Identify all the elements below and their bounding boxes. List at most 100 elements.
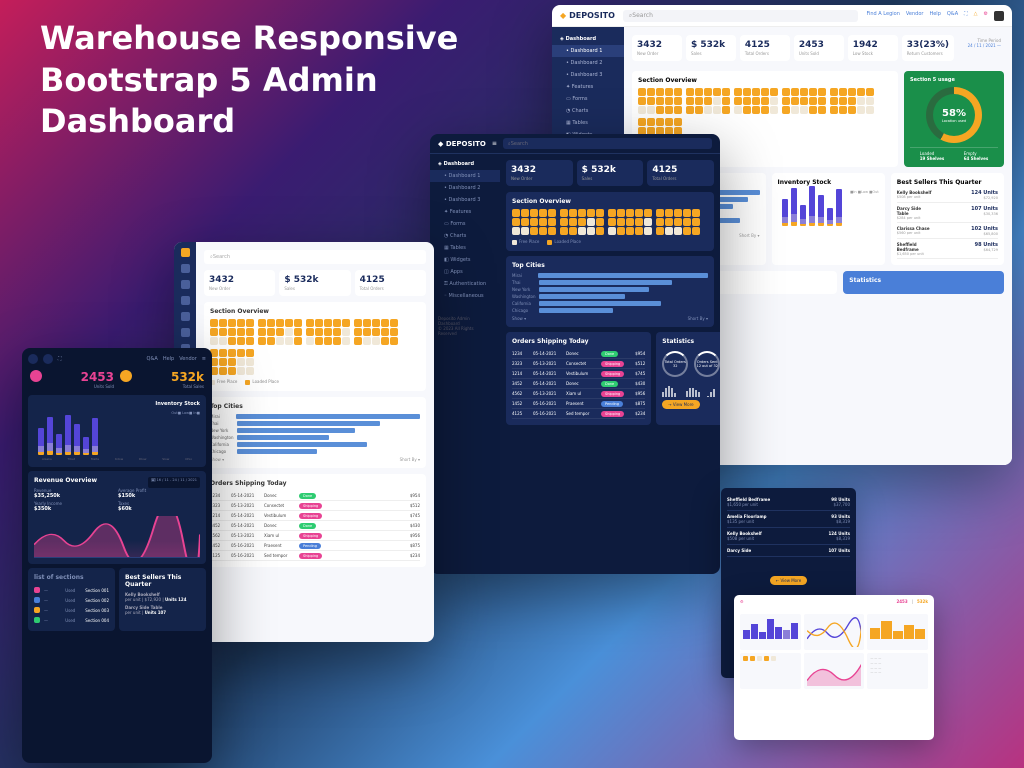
kpi: 3432New Order <box>506 160 573 186</box>
seller-row: Sheffield Bedframe$1,650 per unit98 Unit… <box>727 494 850 511</box>
search-input[interactable]: ⌕ Search <box>623 10 859 22</box>
order-row[interactable]: 121405-14-2021VestibulumShipping$745 <box>210 511 420 521</box>
city-bar: Washington <box>512 294 708 299</box>
bestsellers-panel: Best Sellers This Quarter Kelly Bookshel… <box>891 173 1004 265</box>
seller-row: Darcy Side Table$284 per unit107 Units$3… <box>897 206 998 223</box>
seller-row: Sheffield Bedframe$1,650 per unit98 Unit… <box>897 242 998 259</box>
city-bar: California <box>512 301 708 306</box>
city-bar: Mirai <box>512 273 708 278</box>
order-row[interactable]: 412505-16-2021Sed temporShipping$234 <box>512 409 645 419</box>
avatar[interactable] <box>994 11 1004 21</box>
orders-table: Orders Shipping Today 123405-14-2021Done… <box>506 332 651 425</box>
view-more-button[interactable]: ← View More <box>770 576 807 585</box>
link[interactable]: Find A Legion <box>866 11 899 21</box>
city-bar: Mirai <box>210 414 420 419</box>
inv-bar <box>836 189 842 226</box>
city-bar: Thai <box>210 421 420 426</box>
gear-icon[interactable] <box>43 354 53 364</box>
order-row[interactable]: 232305-13-2021ConsectetShipping$512 <box>210 501 420 511</box>
section-row[interactable]: —UsedSection 002 <box>34 595 109 605</box>
city-bar: Washington <box>210 435 420 440</box>
order-row[interactable]: 123405-14-2021DonecDone$954 <box>210 491 420 501</box>
inv-bar <box>38 428 44 455</box>
mini-chart <box>804 614 865 650</box>
expand-icon[interactable]: ⛶ <box>58 356 62 362</box>
inv-bar <box>827 208 833 226</box>
view-more-button[interactable]: → View More <box>662 400 699 409</box>
logo-icon[interactable] <box>181 248 190 257</box>
topbar: DEPOSITO ⌕ Search Find A Legion Vendor H… <box>552 5 1012 27</box>
link[interactable]: Q&A <box>947 11 958 21</box>
sidebar: ◈ Dashboard • Dashboard 1 • Dashboard 2 … <box>430 154 500 574</box>
rail-icon[interactable] <box>181 264 190 273</box>
seller-row: Clarissa Chase$560 per unit102 Units$65,… <box>897 226 998 239</box>
thumbnail-dashboard: ⚙2453|532k — — —— — —— — —— — — <box>734 595 934 740</box>
order-row[interactable]: 456205-13-2021Xiam ulShipping$956 <box>210 531 420 541</box>
hero-title: Warehouse ResponsiveBootstrap 5 AdminDas… <box>40 18 458 143</box>
mini-chart <box>804 653 865 689</box>
light-compact-dashboard: ⌕ Search 3432New Order $ 532kSales 4125T… <box>174 242 434 642</box>
sidebar-group[interactable]: ◈ Dashboard <box>552 33 624 45</box>
sidebar-item[interactable]: • Dashboard 3 <box>552 69 624 81</box>
rail-icon[interactable] <box>181 328 190 337</box>
kpi: 532k <box>917 599 928 604</box>
section-row[interactable]: —UsedSection 001 <box>34 585 109 595</box>
expand-icon[interactable]: ⛶ <box>964 11 968 21</box>
link[interactable]: Vendor <box>906 11 924 21</box>
city-bar: Thai <box>512 280 708 285</box>
inv-bar <box>818 195 824 226</box>
brand-logo[interactable]: DEPOSITO <box>560 11 615 20</box>
dollar-icon <box>30 370 42 382</box>
mini-chart <box>740 614 801 650</box>
section-row[interactable]: —UsedSection 004 <box>34 615 109 625</box>
statistics-panel: Statistics <box>843 271 1004 294</box>
city-bar: Chicago <box>512 308 708 313</box>
seller-row: Amelia Floorlamp$135 per unit93 Units$8,… <box>727 511 850 528</box>
order-row[interactable]: 123405-14-2021DonecDone$954 <box>512 349 645 359</box>
bestsellers: Best Sellers This Quarter Kelly Bookshel… <box>119 568 206 631</box>
menu-icon[interactable]: ≡ <box>492 140 497 147</box>
rail-icon[interactable] <box>181 280 190 289</box>
city-bar: California <box>210 442 420 447</box>
inv-bar <box>92 418 98 455</box>
order-row[interactable]: 345205-14-2021DonecDone$430 <box>512 379 645 389</box>
sidebar-item[interactable]: • Dashboard 2 <box>552 57 624 69</box>
section-row[interactable]: —UsedSection 003 <box>34 605 109 615</box>
dark-dashboard: ◆ DEPOSITO ≡ ⌕ Search ◈ Dashboard • Dash… <box>430 134 720 574</box>
seller-row: Darcy Side107 Units <box>727 545 850 557</box>
mini-chart <box>867 614 928 650</box>
seller-row: Kelly Bookshelf$508 per unit124 Units$72… <box>897 190 998 203</box>
sidebar-item-charts[interactable]: ◔ Charts <box>552 105 624 117</box>
gear-icon[interactable]: ⚙ <box>984 11 988 21</box>
link[interactable]: Help <box>929 11 940 21</box>
area-chart <box>34 516 200 558</box>
inv-bar <box>791 188 797 226</box>
sort-select[interactable]: Short By ▾ <box>739 233 759 238</box>
sidebar-item-forms[interactable]: ▭ Forms <box>552 93 624 105</box>
section-overview: Section Overview Free PlaceLoaded Place <box>506 192 714 251</box>
statistics: Statistics Total Orders 32 Orders Sent 1… <box>656 332 720 425</box>
sidebar-item[interactable]: • Dashboard 1 <box>552 45 624 57</box>
order-row[interactable]: 412505-16-2021Sed temporShipping$234 <box>210 551 420 561</box>
order-row[interactable]: 456205-13-2021Xiam ulShipping$956 <box>512 389 645 399</box>
sidebar-item-features[interactable]: ✦ Features <box>552 81 624 93</box>
search-input[interactable]: ⌕ Search <box>204 250 426 264</box>
order-row[interactable]: 345205-14-2021DonecDone$430 <box>210 521 420 531</box>
time-period[interactable]: Time Period24 / 11 / 2021 — <box>954 35 1004 67</box>
inv-bar <box>65 415 71 455</box>
search-input[interactable]: ⌕ Search <box>503 138 712 149</box>
kpi-returns: 33(23%)Return Customers <box>902 35 954 61</box>
inv-bar <box>782 199 788 226</box>
sidebar-item-tables[interactable]: ▦ Tables <box>552 117 624 129</box>
order-row[interactable]: 145205-16-2021PraesentPending$875 <box>210 541 420 551</box>
order-row[interactable]: 145205-16-2021PraesentPending$875 <box>512 399 645 409</box>
bell-icon[interactable]: △ <box>974 11 978 21</box>
kpi-units-sold: 2453Units Sold <box>794 35 844 61</box>
rail-icon[interactable] <box>181 312 190 321</box>
order-row[interactable]: 121405-14-2021VestibulumShipping$745 <box>512 369 645 379</box>
order-row[interactable]: 232305-13-2021ConsectetShipping$512 <box>512 359 645 369</box>
kpi: $ 532kSales <box>577 160 644 186</box>
rail-icon[interactable] <box>181 296 190 305</box>
avatar[interactable] <box>28 354 38 364</box>
menu-icon[interactable]: ≡ <box>202 356 206 362</box>
